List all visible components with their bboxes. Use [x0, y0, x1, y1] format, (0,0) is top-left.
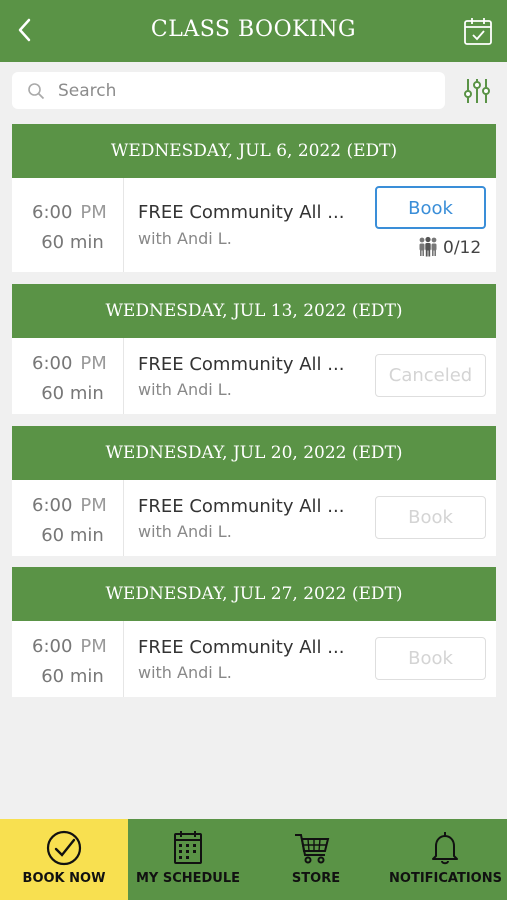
time-value: 6:00: [32, 636, 73, 657]
class-instructor: with Andi L.: [138, 380, 232, 399]
day-card: WEDNESDAY, JUL 27, 2022 (EDT) 6:00 PM 60 …: [12, 567, 496, 697]
nav-tab-store[interactable]: STORE: [248, 819, 384, 900]
class-name: FREE Community All ...: [138, 496, 345, 517]
time-ampm: PM: [80, 353, 107, 374]
nav-label: BOOK NOW: [22, 871, 106, 886]
class-instructor: with Andi L.: [138, 663, 232, 682]
nav-label: MY SCHEDULE: [135, 871, 241, 886]
bell-icon: [432, 832, 458, 865]
time-ampm: PM: [80, 636, 107, 657]
class-duration: 60 min: [41, 666, 104, 687]
class-duration: 60 min: [41, 383, 104, 404]
day-header: WEDNESDAY, JUL 27, 2022 (EDT): [12, 567, 496, 621]
time-ampm: PM: [80, 202, 107, 223]
check-circle-icon: [46, 830, 82, 866]
class-row[interactable]: 6:00 PM 60 min FREE Community All ... wit…: [12, 338, 496, 414]
day-card: WEDNESDAY, JUL 20, 2022 (EDT) 6:00 PM 60 …: [12, 426, 496, 556]
class-row[interactable]: 6:00 PM 60 min FREE Community All ... wit…: [12, 621, 496, 697]
book-button[interactable]: Book: [375, 186, 486, 229]
class-time: 6:00 PM: [32, 495, 107, 516]
class-time: 6:00 PM: [32, 353, 107, 374]
book-button[interactable]: Book: [375, 637, 486, 680]
nav-tab-notifications[interactable]: NOTIFICATIONS: [384, 819, 507, 900]
nav-label: NOTIFICATIONS: [389, 871, 502, 886]
class-duration: 60 min: [41, 525, 104, 546]
capacity-value: 0/12: [443, 238, 482, 258]
nav-label: STORE: [291, 871, 341, 886]
time-value: 6:00: [32, 495, 73, 516]
search-icon: [28, 83, 45, 100]
cart-icon: [295, 834, 330, 864]
class-instructor: with Andi L.: [138, 522, 232, 541]
class-instructor: with Andi L.: [138, 229, 232, 248]
day-card: WEDNESDAY, JUL 13, 2022 (EDT) 6:00 PM 60 …: [12, 284, 496, 414]
search-bar: [12, 72, 445, 109]
nav-tab-book-now[interactable]: BOOK NOW: [0, 819, 128, 900]
canceled-button[interactable]: Canceled: [375, 354, 486, 397]
bottom-nav: BOOK NOW MY SCHEDULE STORE NOTIFICATIONS: [0, 819, 507, 900]
class-time: 6:00 PM: [32, 636, 107, 657]
day-header: WEDNESDAY, JUL 6, 2022 (EDT): [12, 124, 496, 178]
class-row[interactable]: 6:00 PM 60 min FREE Community All ... wit…: [12, 480, 496, 556]
class-name: FREE Community All ...: [138, 202, 345, 223]
nav-tab-my-schedule[interactable]: MY SCHEDULE: [128, 819, 248, 900]
class-name: FREE Community All ...: [138, 637, 345, 658]
capacity-indicator: 0/12: [417, 235, 481, 258]
book-button[interactable]: Book: [375, 496, 486, 539]
class-name: FREE Community All ...: [138, 354, 345, 375]
time-value: 6:00: [32, 353, 73, 374]
search-input[interactable]: [58, 78, 428, 104]
schedule-icon: [174, 831, 202, 864]
class-time: 6:00 PM: [32, 202, 107, 223]
time-column: 6:00 PM 60 min: [12, 338, 124, 414]
time-value: 6:00: [32, 202, 73, 223]
day-card: WEDNESDAY, JUL 6, 2022 (EDT) 6:00 PM 60 m…: [12, 124, 496, 272]
time-ampm: PM: [80, 495, 107, 516]
class-row[interactable]: 6:00 PM 60 min FREE Community All ... wit…: [12, 178, 496, 272]
page-title: CLASS BOOKING: [150, 17, 357, 42]
class-duration: 60 min: [41, 232, 104, 253]
calendar-check-icon[interactable]: [463, 16, 493, 46]
time-column: 6:00 PM 60 min: [12, 621, 124, 697]
time-column: 6:00 PM 60 min: [12, 480, 124, 556]
people-icon: [419, 236, 437, 257]
filter-icon[interactable]: [462, 76, 492, 106]
time-column: 6:00 PM 60 min: [12, 178, 124, 272]
day-header: WEDNESDAY, JUL 13, 2022 (EDT): [12, 284, 496, 338]
app-header: CLASS BOOKING: [0, 0, 507, 62]
day-header: WEDNESDAY, JUL 20, 2022 (EDT): [12, 426, 496, 480]
